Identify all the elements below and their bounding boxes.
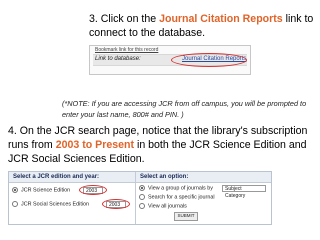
database-link-box: Bookmark link for this record Link to da… — [89, 45, 251, 75]
radio-button[interactable] — [139, 194, 145, 200]
option-row-view-all[interactable]: View all journals — [139, 203, 187, 209]
option-label: View a group of journals by — [148, 185, 213, 192]
link-to-database-label: Link to database: — [95, 56, 141, 62]
options-panel: Select an option: View a group of journa… — [136, 172, 271, 224]
subject-category-select[interactable]: Subject Category — [222, 185, 266, 199]
radio-button[interactable] — [139, 203, 145, 209]
edition-panel-header: Select a JCR edition and year: — [9, 172, 135, 183]
red-highlight-circle — [171, 53, 247, 67]
red-highlight-circle — [102, 199, 130, 209]
option-row-search[interactable]: Search for a specific journal — [139, 194, 215, 200]
step-3-text: 3. Click on the — [89, 13, 160, 25]
jcr-search-screenshot: Select a JCR edition and year: JCR Scien… — [8, 171, 272, 225]
option-label: Search for a specific journal — [148, 194, 215, 201]
options-panel-header: Select an option: — [136, 172, 271, 183]
edition-row-social-sciences[interactable]: JCR Social Sciences Edition — [12, 201, 89, 207]
submit-button[interactable]: SUBMIT — [174, 212, 198, 221]
radio-button[interactable] — [12, 201, 18, 207]
edition-row-science[interactable]: JCR Science Edition — [12, 187, 70, 193]
step-3-instruction: 3. Click on the Journal Citation Reports… — [89, 12, 317, 40]
journal-citation-reports-highlight: Journal Citation Reports — [159, 13, 283, 25]
subscription-range-highlight: 2003 to Present — [55, 139, 135, 151]
edition-label: JCR Science Edition — [21, 187, 71, 194]
radio-button-selected[interactable] — [12, 187, 18, 193]
edition-label: JCR Social Sciences Edition — [21, 201, 90, 208]
edition-panel: Select a JCR edition and year: JCR Scien… — [9, 172, 136, 224]
option-label: View all journals — [148, 203, 187, 210]
option-row-group[interactable]: View a group of journals by — [139, 185, 213, 191]
off-campus-note: (*NOTE: If you are accessing JCR from of… — [62, 99, 307, 119]
bookmark-link[interactable]: Bookmark link for this record — [95, 47, 158, 53]
radio-button-selected[interactable] — [139, 185, 145, 191]
red-highlight-circle — [79, 185, 107, 195]
step-4-instruction: 4. On the JCR search page, notice that t… — [8, 124, 316, 166]
